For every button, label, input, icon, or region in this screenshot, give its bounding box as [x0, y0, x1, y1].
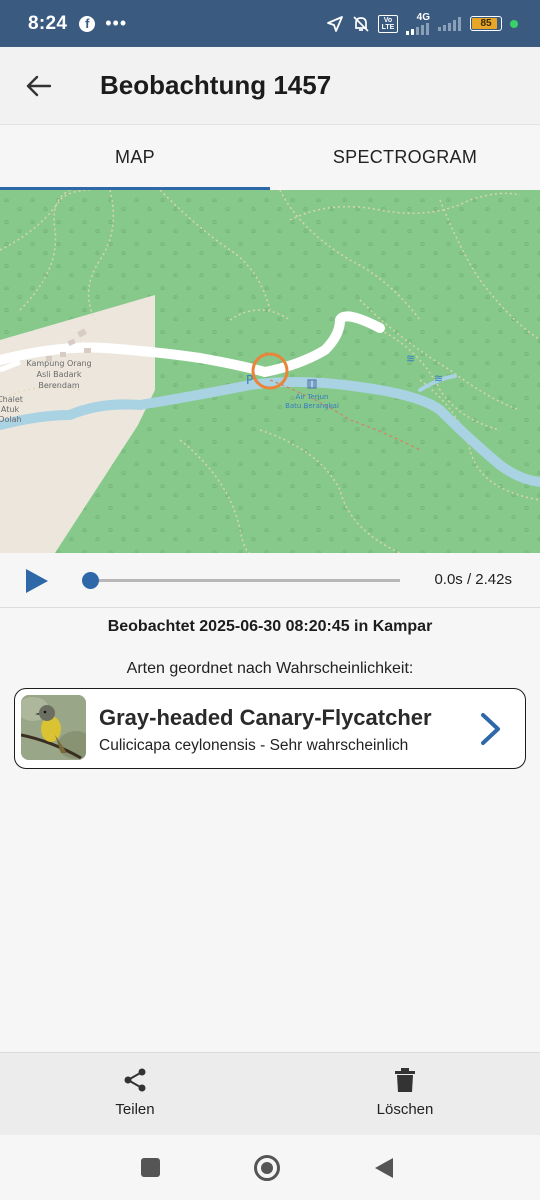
share-button[interactable]: Teilen: [0, 1053, 270, 1135]
tab-spectrogram[interactable]: SPECTROGRAM: [270, 125, 540, 190]
chevron-right-icon[interactable]: [479, 711, 503, 747]
map-canvas: ɷ ɷ: [0, 190, 540, 553]
share-icon: [124, 1068, 146, 1092]
back-button[interactable]: [0, 47, 76, 125]
battery-level: 85: [480, 18, 492, 29]
map-view[interactable]: ɷ ɷ: [0, 190, 540, 553]
play-icon[interactable]: [24, 567, 50, 595]
map-label-village-1: Kampung Orang: [26, 359, 91, 368]
app-bar: Beobachtung 1457: [0, 47, 540, 125]
network-type: 4G: [416, 11, 430, 23]
share-label: Teilen: [115, 1101, 155, 1118]
green-dot-icon: [510, 19, 518, 28]
map-label-chalet-1: Chalet: [0, 395, 23, 404]
svg-text:≋: ≋: [434, 372, 443, 385]
species-list-heading: Arten geordnet nach Wahrscheinlichkeit:: [126, 660, 414, 677]
audio-player: 0.0s / 2.42s: [0, 553, 540, 608]
species-scientific-name: Culicicapa ceylonensis - Sehr wahrschein…: [99, 737, 409, 754]
volte-icon: Vo LTE: [378, 14, 398, 33]
species-card[interactable]: Gray-headed Canary-Flycatcher Culicicapa…: [14, 688, 526, 769]
home-button[interactable]: [254, 1155, 280, 1181]
delete-button[interactable]: Löschen: [270, 1053, 540, 1135]
status-time: 8:24: [28, 12, 68, 34]
more-icon: •••: [105, 13, 128, 33]
trash-icon: [395, 1068, 415, 1092]
recents-button[interactable]: [141, 1158, 160, 1177]
facebook-icon: f: [79, 15, 96, 32]
status-bar: 8:24 f ••• Vo LTE 4G 85: [0, 0, 540, 47]
page-title: Beobachtung 1457: [100, 70, 332, 100]
bird-photo: [21, 695, 86, 760]
status-icons: Vo LTE 4G 85: [326, 11, 518, 35]
map-label-chalet-3: Dolah: [0, 415, 22, 424]
tab-map[interactable]: MAP: [0, 125, 270, 190]
signal-icon: 4G: [406, 11, 430, 35]
progress-thumb[interactable]: [82, 572, 99, 589]
map-label-village-2: Asli Badark: [37, 370, 82, 379]
progress-track[interactable]: [90, 579, 400, 582]
system-nav-bar: [0, 1135, 540, 1200]
time-readout: 0.0s / 2.42s: [434, 571, 512, 588]
map-label-waterfall-2: Batu Berangkai: [285, 402, 339, 410]
system-back-button[interactable]: [374, 1157, 394, 1179]
battery-icon: 85: [470, 16, 502, 31]
signal-2-icon: [438, 16, 461, 31]
map-label-chalet-2: Atuk: [1, 405, 20, 414]
map-label-waterfall-1: Air Terjun: [296, 393, 329, 401]
delete-label: Löschen: [376, 1101, 434, 1118]
tab-bar: MAP SPECTROGRAM: [0, 125, 540, 190]
species-common-name: Gray-headed Canary-Flycatcher: [99, 705, 432, 730]
map-label-village-3: Berendam: [38, 381, 79, 390]
observation-info: Beobachtet 2025-06-30 08:20:45 in Kampar: [107, 618, 433, 635]
svg-text:≋: ≋: [406, 352, 415, 365]
mute-bell-icon: [353, 15, 369, 32]
arrow-back-icon: [26, 75, 51, 96]
location-arrow-icon: [327, 15, 343, 32]
bottom-actions: Teilen Löschen: [0, 1052, 540, 1135]
